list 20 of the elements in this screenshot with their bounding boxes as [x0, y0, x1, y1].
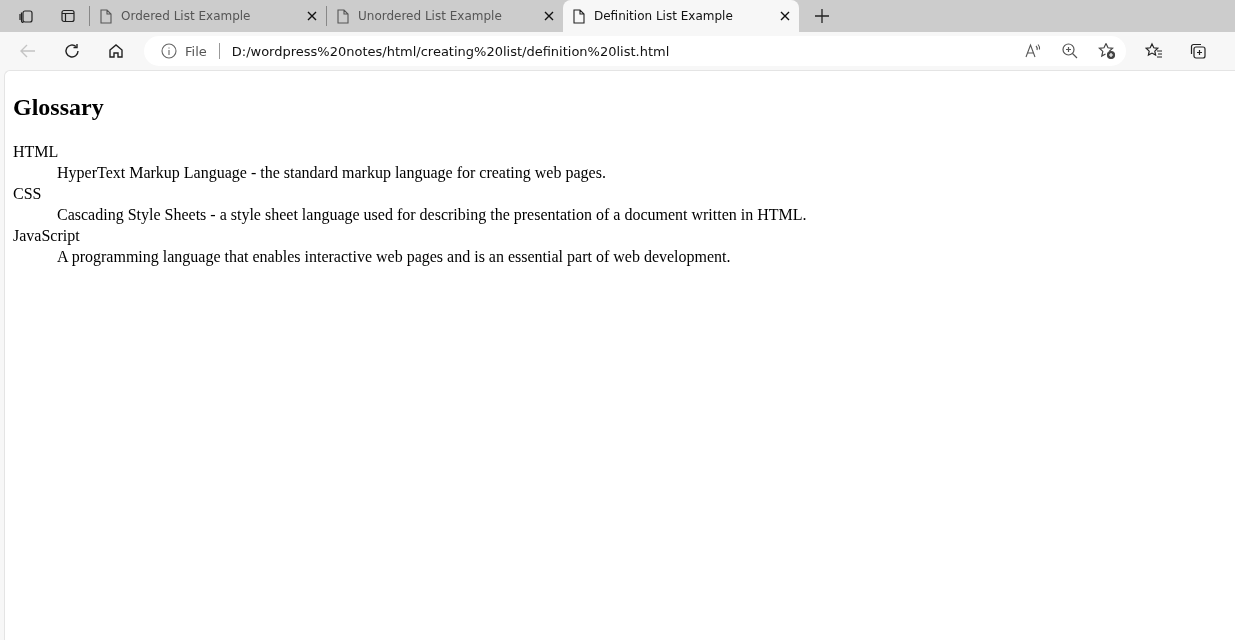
address-bar[interactable]: File D:/wordpress%20notes/html/creating%20list/definition%20list.html: [144, 36, 1126, 66]
page-icon: [337, 8, 349, 24]
definition-description: HyperText Markup Language - the standard markup language for creating web pages.: [57, 163, 606, 183]
page-icon: [100, 8, 112, 24]
browser-tab[interactable]: Ordered List Example: [90, 0, 326, 32]
tab-title: Ordered List Example: [121, 9, 252, 23]
definition-description: Cascading Style Sheets - a style sheet language used for describing the presentation of a document written in HTML.: [57, 205, 807, 225]
tab-title: Unordered List Example: [358, 9, 503, 23]
definition-term: HTML: [13, 142, 59, 162]
page-heading: Glossary: [13, 94, 105, 121]
definition-term: JavaScript: [13, 226, 80, 246]
definition-term: CSS: [13, 184, 42, 204]
scheme-label: File: [185, 43, 207, 59]
url-text: D:/wordpress%20notes/html/creating%20list/definition%20list.html: [231, 43, 670, 59]
definition-description: A programming language that enables interactive web pages and is an essential part of web development.: [57, 247, 731, 267]
browser-tab[interactable]: Definition List Example: [563, 0, 799, 32]
browser-tab[interactable]: Unordered List Example: [327, 0, 563, 32]
info-icon: [161, 43, 177, 59]
page-icon: [573, 8, 585, 24]
tab-title: Definition List Example: [594, 9, 734, 23]
